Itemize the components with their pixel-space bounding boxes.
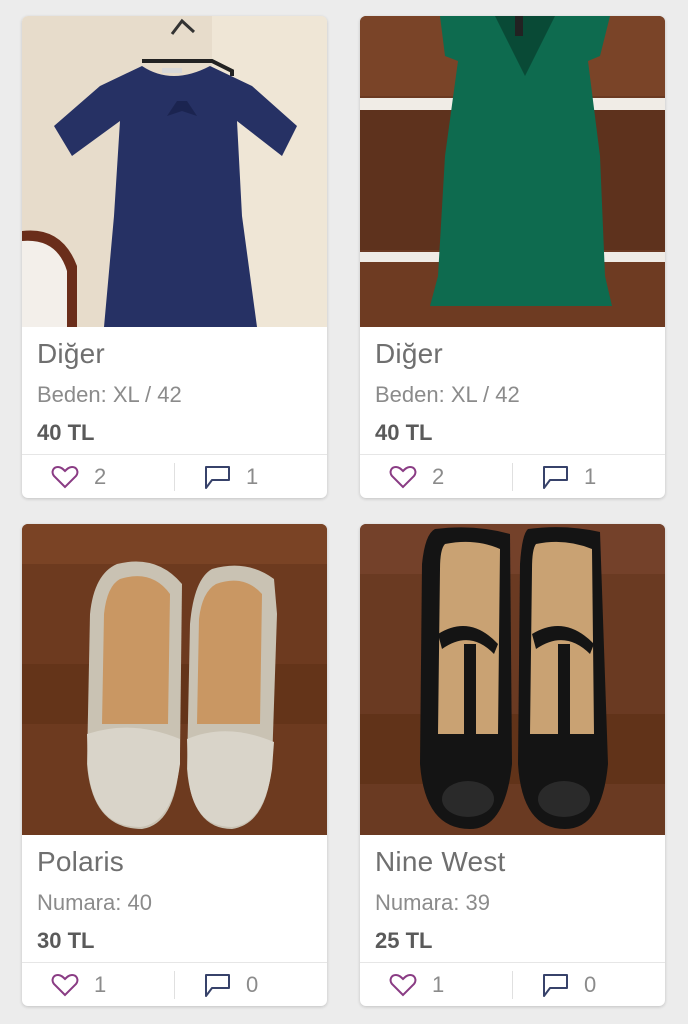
product-size: Beden: XL / 42 (37, 382, 182, 407)
like-button[interactable]: 1 (388, 969, 444, 1001)
comment-icon (205, 974, 230, 997)
black-heels-photo (360, 524, 665, 835)
product-brand: Nine West (375, 846, 506, 877)
like-count: 1 (432, 972, 445, 997)
product-image[interactable] (360, 524, 665, 835)
action-divider (512, 971, 513, 999)
like-count: 2 (94, 464, 107, 489)
navy-dress-photo (22, 16, 327, 327)
comment-button[interactable]: 0 (540, 969, 596, 1001)
comment-count: 0 (584, 972, 597, 997)
card-actions: 1 0 (22, 962, 327, 1006)
card-actions: 2 1 (360, 454, 665, 498)
comment-count: 1 (584, 464, 597, 489)
comment-icon (543, 974, 568, 997)
heart-icon (51, 465, 79, 489)
card-actions: 1 0 (360, 962, 665, 1006)
action-divider (174, 971, 175, 999)
like-count: 2 (432, 464, 445, 489)
heart-icon (389, 973, 417, 997)
action-divider (174, 463, 175, 491)
like-count: 1 (94, 972, 107, 997)
product-card[interactable]: Polaris Numara: 40 30 TL 1 0 (22, 524, 327, 1006)
like-button[interactable]: 1 (50, 969, 106, 1001)
comment-count: 0 (246, 972, 259, 997)
heart-icon (51, 973, 79, 997)
product-image[interactable] (22, 16, 327, 327)
beige-loafers-photo (22, 524, 327, 835)
like-button[interactable]: 2 (388, 461, 444, 493)
like-button[interactable]: 2 (50, 461, 106, 493)
product-size: Numara: 39 (375, 890, 490, 915)
product-image[interactable] (360, 16, 665, 327)
action-divider (512, 463, 513, 491)
product-brand: Polaris (37, 846, 124, 877)
product-price: 40 TL (375, 420, 433, 445)
product-size: Beden: XL / 42 (375, 382, 520, 407)
comment-icon (543, 466, 568, 489)
product-size: Numara: 40 (37, 890, 152, 915)
comment-button[interactable]: 1 (202, 461, 258, 493)
comment-button[interactable]: 0 (202, 969, 258, 1001)
product-price: 40 TL (37, 420, 95, 445)
product-image[interactable] (22, 524, 327, 835)
product-card[interactable]: Diğer Beden: XL / 42 40 TL 2 1 (22, 16, 327, 498)
product-price: 30 TL (37, 928, 95, 953)
product-card[interactable]: Nine West Numara: 39 25 TL 1 0 (360, 524, 665, 1006)
product-card[interactable]: Diğer Beden: XL / 42 40 TL 2 1 (360, 16, 665, 498)
card-actions: 2 1 (22, 454, 327, 498)
comment-button[interactable]: 1 (540, 461, 596, 493)
product-brand: Diğer (375, 338, 443, 369)
comment-count: 1 (246, 464, 259, 489)
comment-icon (205, 466, 230, 489)
product-price: 25 TL (375, 928, 433, 953)
green-dress-photo (360, 16, 665, 327)
product-brand: Diğer (37, 338, 105, 369)
heart-icon (389, 465, 417, 489)
